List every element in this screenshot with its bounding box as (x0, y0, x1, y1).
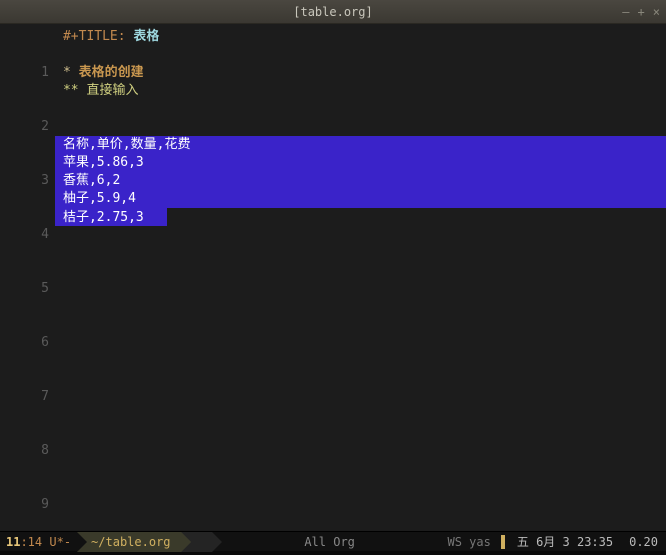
modeline-buffer-name[interactable]: ~/table.org (77, 532, 180, 552)
org-heading-2: 直接输入 (79, 83, 139, 98)
org-heading-star: * (63, 65, 71, 80)
code-content[interactable]: #+TITLE: 表格 * 表格的创建 ** 直接输入 名称,单价,数量,花费 … (55, 24, 666, 531)
modeline-datetime: 五 6月 3 23:35 (509, 533, 621, 550)
modeline-load: 0.20 (621, 535, 666, 549)
code-line[interactable] (55, 46, 666, 64)
close-icon[interactable]: × (653, 5, 660, 19)
modeline-mode: All Org (212, 535, 448, 549)
line-number: 9 (2, 496, 49, 514)
org-heading-1: 表格的创建 (71, 65, 144, 80)
csv-row: 苹果,5.86,3 (63, 155, 144, 170)
line-number: 1 (2, 64, 49, 82)
line-number: 8 (2, 442, 49, 460)
modeline[interactable]: 11:14 U*- ~/table.org All Org WS yas 五 6… (0, 531, 666, 551)
org-title: 表格 (126, 29, 160, 44)
emacs-window: [table.org] — + × 1 2 3 4 5 6 7 8 9 10 1… (0, 0, 666, 555)
minimize-icon[interactable]: — (622, 5, 629, 19)
line-number: 3 (2, 172, 49, 190)
line-number: 7 (2, 388, 49, 406)
line-number: 2 (2, 118, 49, 136)
csv-row: 柚子,5.9,4 (63, 191, 136, 206)
csv-row: 桔子,2.75,3 (63, 210, 144, 225)
modeline-separator-icon (501, 535, 505, 549)
code-line[interactable] (55, 100, 666, 118)
csv-row: 香蕉,6,2 (63, 173, 120, 188)
csv-row: 名称,单价,数量,花费 (63, 137, 190, 152)
window-title: [table.org] (293, 5, 372, 19)
code-line[interactable]: #+TITLE: 表格 (55, 28, 666, 46)
org-heading-star: ** (63, 83, 79, 98)
org-directive: #+TITLE: (63, 29, 126, 44)
modeline-spacer (181, 532, 212, 552)
window-controls: — + × (622, 5, 660, 19)
modeline-minor-modes: WS yas (447, 535, 500, 549)
code-line[interactable]: * 表格的创建 (55, 64, 666, 82)
code-line[interactable] (55, 118, 666, 136)
line-number: 4 (2, 226, 49, 244)
editor-area[interactable]: 1 2 3 4 5 6 7 8 9 10 11 #+TITLE: 表格 * 表格… (0, 24, 666, 531)
line-number-gutter: 1 2 3 4 5 6 7 8 9 10 11 (0, 24, 55, 531)
titlebar[interactable]: [table.org] — + × (0, 0, 666, 24)
minibuffer[interactable] (0, 551, 666, 555)
code-line[interactable]: ** 直接输入 (55, 82, 666, 100)
maximize-icon[interactable]: + (638, 5, 645, 19)
line-number: 5 (2, 280, 49, 298)
modeline-position: 11:14 U*- (0, 535, 77, 549)
line-number: 6 (2, 334, 49, 352)
